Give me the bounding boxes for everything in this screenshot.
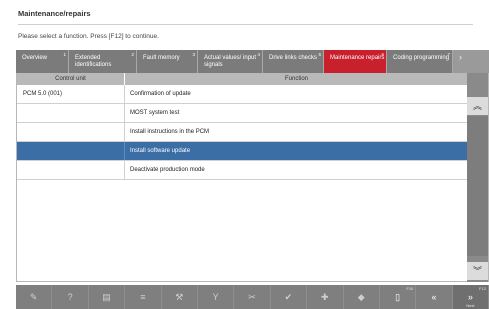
control-unit-cell: PCM 5.0 (001) — [17, 85, 125, 103]
function-key-label: F10 — [406, 286, 414, 291]
function-cell: Confirmation of update — [130, 91, 191, 97]
next-icon: » — [467, 292, 473, 302]
page-title: Maintenance/repairs — [18, 9, 91, 18]
scroll-down-icon[interactable]: ︾ — [467, 262, 488, 280]
toolbar-button-f10[interactable]: F10 ▯ — [380, 285, 417, 309]
tab-scroll-right[interactable]: › — [453, 50, 489, 73]
table-row[interactable]: Install instructions in the PCM — [17, 123, 468, 142]
plus-icon: ✚ — [321, 292, 329, 302]
header: Maintenance/repairs Please select a func… — [0, 0, 489, 50]
tab-actual-values[interactable]: Actual values/ input signals 4 — [198, 50, 263, 73]
tab-extended-identifications[interactable]: Extended identifications 2 — [69, 50, 137, 73]
function-cell: Install instructions in the PCM — [130, 129, 210, 135]
tab-fault-memory[interactable]: Fault memory 3 — [137, 50, 198, 73]
list-icon: ▤ — [102, 292, 111, 302]
tab-bar: Overview 1 Extended identifications 2 Faul… — [16, 50, 489, 73]
toolbar-button-hammer[interactable]: ⚒ — [162, 285, 198, 309]
toolbar-button-help[interactable]: ? — [52, 285, 89, 309]
back-icon: « — [431, 292, 437, 302]
toolbar-button-cut[interactable]: ✂ — [234, 285, 271, 309]
toolbar-button-plus[interactable]: ✚ — [307, 285, 344, 309]
toolbar-button-filter[interactable]: Y — [198, 285, 235, 309]
table-row[interactable]: Deactivate production mode — [17, 161, 468, 180]
tab-maintenance-repairs[interactable]: Maintenance repairs 6 — [324, 50, 387, 73]
control-unit-cell — [17, 123, 125, 141]
toolbar-button-tool[interactable]: ✎ — [16, 285, 53, 309]
tab-drive-links-checks[interactable]: Drive links checks 5 — [263, 50, 324, 73]
function-key-label: F12 — [479, 286, 487, 291]
document-icon: ▯ — [395, 292, 401, 302]
instruction-text: Please select a function. Press [F12] to… — [18, 33, 159, 40]
table-header: Control unit Function — [17, 73, 468, 85]
toolbar-button-menu[interactable]: ≡ — [125, 285, 162, 309]
tab-coding-programming[interactable]: Coding programming 7 — [387, 50, 453, 73]
function-panel: Control unit Function PCM 5.0 (001) Conf… — [16, 73, 489, 282]
scroll-thumb[interactable] — [467, 116, 488, 256]
toolbar-button-check[interactable]: ✔ — [271, 285, 308, 309]
scroll-up-icon[interactable]: ︽ — [467, 97, 488, 115]
toolbar-button-back[interactable]: « — [416, 285, 453, 309]
table-row[interactable]: PCM 5.0 (001) Confirmation of update — [17, 85, 468, 104]
check-icon: ✔ — [284, 292, 293, 302]
bottom-toolbar: ✎ ? ▤ ≡ ⚒ Y ✂ ✔ ✚ ◆ F10 ▯ « F12 » Next — [16, 285, 489, 309]
chevron-right-icon: › — [459, 52, 462, 62]
diamond-icon: ◆ — [357, 292, 365, 302]
divider — [18, 24, 473, 25]
help-icon: ? — [67, 292, 73, 302]
tool-icon: ✎ — [29, 292, 38, 302]
function-cell: Deactivate production mode — [130, 167, 205, 173]
function-cell: Install software update — [130, 148, 191, 154]
control-unit-cell — [17, 161, 125, 179]
cut-icon: ✂ — [248, 292, 256, 302]
table-row-selected[interactable]: Install software update — [17, 142, 468, 161]
next-label: Next — [466, 303, 475, 308]
column-header-function: Function — [284, 76, 308, 82]
column-header-control-unit: Control unit — [17, 73, 125, 85]
toolbar-button-next[interactable]: F12 » Next — [452, 285, 489, 309]
scrollbar[interactable]: ︽ ︾ — [467, 73, 488, 282]
filter-icon: Y — [212, 292, 219, 302]
toolbar-button-diamond[interactable]: ◆ — [344, 285, 380, 309]
toolbar-button-list[interactable]: ▤ — [89, 285, 126, 309]
function-cell: MOST system test — [130, 110, 180, 116]
hammer-icon: ⚒ — [175, 292, 184, 302]
menu-icon: ≡ — [140, 292, 146, 302]
control-unit-cell — [17, 104, 125, 122]
tab-overview[interactable]: Overview 1 — [16, 50, 69, 73]
table-row[interactable]: MOST system test — [17, 104, 468, 123]
function-table: PCM 5.0 (001) Confirmation of update MOS… — [17, 85, 468, 180]
control-unit-cell — [17, 142, 125, 160]
